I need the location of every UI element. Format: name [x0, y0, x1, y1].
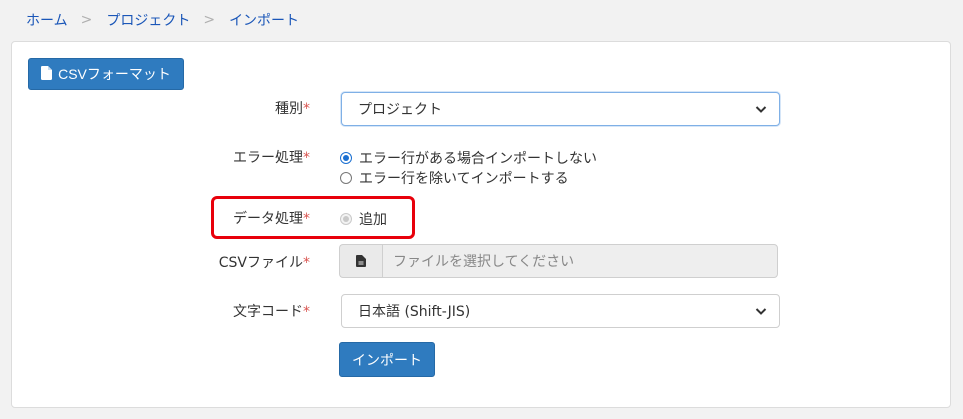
- radio-button[interactable]: [340, 152, 352, 164]
- breadcrumb-separator: >: [203, 12, 216, 28]
- encoding-label: 文字コード*: [212, 301, 310, 321]
- required-mark: *: [303, 304, 310, 320]
- csv-file-label-text: CSVファイル: [218, 255, 303, 271]
- file-icon: [339, 244, 382, 278]
- radio-button[interactable]: [340, 172, 352, 184]
- type-select[interactable]: プロジェクト: [341, 92, 780, 126]
- csv-file-label: CSVファイル*: [202, 252, 310, 272]
- error-handling-label: エラー処理*: [212, 147, 310, 167]
- required-mark: *: [303, 255, 310, 271]
- type-select-value: プロジェクト: [358, 102, 442, 118]
- error-option-label: エラー行がある場合インポートしない: [359, 151, 597, 167]
- encoding-label-text: 文字コード: [233, 304, 303, 320]
- breadcrumb-project[interactable]: プロジェクト: [106, 10, 190, 30]
- type-label-text: 種別: [275, 101, 303, 117]
- error-handling-label-text: エラー処理: [233, 150, 303, 166]
- csv-file-input[interactable]: ファイルを選択してください: [382, 244, 778, 278]
- highlight-annotation: [211, 196, 415, 239]
- chevron-down-icon: [755, 305, 767, 317]
- error-option-exclude-rows[interactable]: エラー行を除いてインポートする: [340, 168, 569, 188]
- encoding-select-value: 日本語 (Shift-JIS): [358, 304, 471, 320]
- file-icon: [41, 65, 53, 83]
- breadcrumb-import[interactable]: インポート: [229, 10, 299, 30]
- csv-format-label: CSVフォーマット: [58, 66, 171, 82]
- required-mark: *: [303, 101, 310, 117]
- error-option-label: エラー行を除いてインポートする: [359, 171, 569, 187]
- type-label: 種別*: [212, 98, 310, 118]
- import-button[interactable]: インポート: [339, 342, 435, 377]
- breadcrumb: ホーム > プロジェクト > インポート: [26, 10, 299, 30]
- required-mark: *: [303, 150, 310, 166]
- breadcrumb-home[interactable]: ホーム: [26, 10, 68, 30]
- chevron-down-icon: [755, 103, 767, 115]
- csv-file-input-group[interactable]: ファイルを選択してください: [339, 244, 778, 278]
- breadcrumb-separator: >: [80, 12, 93, 28]
- error-option-skip-all[interactable]: エラー行がある場合インポートしない: [340, 148, 597, 168]
- csv-format-button[interactable]: CSVフォーマット: [28, 58, 184, 90]
- encoding-select[interactable]: 日本語 (Shift-JIS): [341, 294, 780, 328]
- import-form-card: CSVフォーマット 種別* プロジェクト エラー処理* エラー行がある場合インポ…: [11, 41, 951, 408]
